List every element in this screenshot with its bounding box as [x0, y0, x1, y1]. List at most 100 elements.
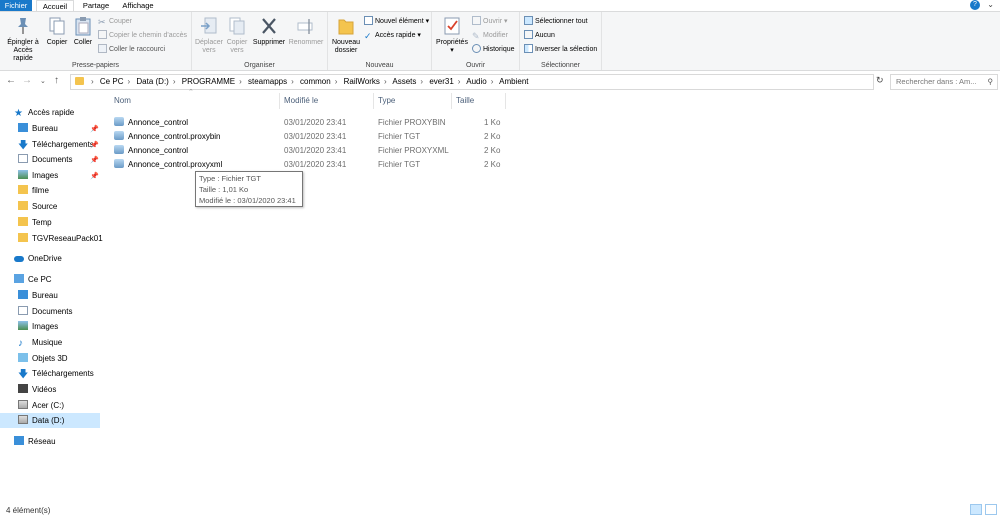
invert-selection-button[interactable]: Inverser la sélection	[524, 44, 597, 55]
recent-locations-icon[interactable]: ⌄	[40, 77, 46, 85]
sidebar-item-3d-objects[interactable]: Objets 3D	[18, 351, 68, 366]
delete-label: Supprimer	[252, 39, 286, 46]
properties-button[interactable]: Propriétés ▾	[434, 15, 470, 55]
quick-access-button[interactable]: ✓ Accès rapide ▾	[364, 30, 421, 41]
file-icon	[114, 145, 124, 154]
sidebar-item-network[interactable]: Réseau	[14, 434, 56, 449]
file-icon	[114, 131, 124, 140]
select-none-button[interactable]: Aucun	[524, 30, 555, 41]
sidebar-item-videos[interactable]: Vidéos	[18, 382, 56, 397]
copy-button[interactable]: Copier	[44, 15, 70, 47]
refresh-icon[interactable]: ↻	[876, 75, 884, 86]
sidebar-item-drive-d[interactable]: Data (D:)	[0, 413, 100, 428]
group-organize: Déplacer vers Copier vers Supprimer Reno…	[192, 12, 328, 70]
chevron-right-icon[interactable]: ›	[91, 77, 94, 86]
sidebar-item-pictures[interactable]: Images	[18, 168, 58, 183]
paste-shortcut-button[interactable]: Coller le raccourci	[98, 44, 165, 55]
chevron-down-icon[interactable]: ⌄	[987, 0, 994, 9]
column-header-modified[interactable]: Modifié le	[280, 93, 374, 109]
file-name: Annonce_control.proxyxml	[128, 160, 223, 169]
column-header-type[interactable]: Type	[374, 93, 452, 109]
breadcrumb-item[interactable]: Ambient	[499, 77, 528, 86]
search-placeholder: Rechercher dans : Am...	[896, 77, 977, 86]
rename-label: Renommer	[288, 39, 324, 46]
paste-button[interactable]: Coller	[70, 15, 96, 47]
up-arrow-icon[interactable]: ↑	[54, 75, 59, 86]
sidebar-item-drive-c[interactable]: Acer (C:)	[18, 398, 64, 413]
sidebar-item-this-pc[interactable]: Ce PC	[14, 272, 52, 287]
breadcrumb-item[interactable]: steamapps	[248, 77, 287, 86]
tab-share[interactable]: Partage	[80, 0, 112, 11]
sidebar-item-folder[interactable]: Source	[18, 199, 57, 214]
new-item-label: Nouvel élément	[375, 18, 424, 25]
history-button[interactable]: Historique	[472, 44, 515, 55]
file-row[interactable]: Annonce_control 03/01/2020 23:41 Fichier…	[110, 144, 510, 158]
breadcrumb-item[interactable]: ever31	[429, 77, 453, 86]
copy-path-button[interactable]: Copier le chemin d'accès	[98, 30, 187, 41]
group-label-select: Sélectionner	[541, 62, 580, 69]
sidebar-item-pictures[interactable]: Images	[18, 319, 58, 334]
file-row[interactable]: Annonce_control.proxybin 03/01/2020 23:4…	[110, 130, 510, 144]
history-icon	[472, 44, 481, 53]
sidebar-item-folder[interactable]: TGVReseauPack01	[18, 231, 103, 246]
delete-button[interactable]: Supprimer	[252, 15, 286, 47]
network-icon	[14, 436, 24, 445]
breadcrumb-item[interactable]: PROGRAMME	[182, 77, 235, 86]
cut-button[interactable]: ✂ Couper	[98, 16, 132, 27]
pin-icon: 📌	[90, 142, 99, 149]
breadcrumb-item[interactable]: Audio	[466, 77, 486, 86]
search-input[interactable]: Rechercher dans : Am... ⚲	[890, 74, 998, 90]
back-arrow-icon[interactable]: ←	[6, 75, 16, 86]
breadcrumb-item[interactable]: Ce PC	[100, 77, 124, 86]
select-all-label: Sélectionner tout	[535, 18, 588, 25]
large-icons-view-icon[interactable]	[985, 504, 997, 515]
folder-icon	[18, 185, 28, 194]
sidebar-item-documents[interactable]: Documents	[18, 304, 72, 319]
rename-button[interactable]: Renommer	[288, 15, 324, 47]
sidebar-item-music[interactable]: ♪ Musique	[18, 335, 62, 350]
sidebar-item-folder[interactable]: filme	[18, 183, 49, 198]
help-icon[interactable]: ?	[970, 0, 980, 10]
tab-home[interactable]: Accueil	[36, 0, 74, 11]
file-name: Annonce_control.proxybin	[128, 132, 221, 141]
sidebar-item-desktop[interactable]: Bureau	[18, 121, 58, 136]
sidebar-item-quick-access[interactable]: ★ Accès rapide	[14, 105, 74, 120]
pin-quick-access-button[interactable]: Épingler à Accès rapide	[4, 15, 42, 63]
details-view-icon[interactable]	[970, 504, 982, 515]
breadcrumb-item[interactable]: common	[300, 77, 331, 86]
pin-icon: 📌	[90, 126, 99, 133]
folder-icon	[18, 201, 28, 210]
tab-view[interactable]: Affichage	[118, 0, 158, 11]
sidebar-item-documents[interactable]: Documents	[18, 152, 72, 167]
new-folder-button[interactable]: Nouveau dossier	[330, 15, 362, 55]
tab-file[interactable]: Fichier	[0, 0, 32, 11]
sidebar-item-downloads[interactable]: 🡇 Téléchargements	[18, 137, 94, 152]
group-open: Propriétés ▾ Ouvrir ▾ ✎ Modifier Historiqu…	[432, 12, 520, 70]
select-none-label: Aucun	[535, 32, 555, 39]
properties-label: Propriétés	[436, 39, 468, 46]
file-modified: 03/01/2020 23:41	[284, 132, 347, 141]
sidebar-item-onedrive[interactable]: OneDrive	[14, 251, 62, 266]
open-button[interactable]: Ouvrir ▾	[472, 16, 508, 27]
download-icon: 🡇	[18, 369, 29, 380]
cloud-icon	[14, 256, 24, 262]
paste-shortcut-icon	[98, 44, 107, 53]
sidebar-item-downloads[interactable]: 🡇 Téléchargements	[18, 366, 94, 381]
sidebar-item-desktop[interactable]: Bureau	[18, 288, 58, 303]
breadcrumb-item[interactable]: Data (D:)	[136, 77, 168, 86]
breadcrumb-item[interactable]: RailWorks	[344, 77, 380, 86]
sidebar-item-folder[interactable]: Temp	[18, 215, 52, 230]
paste-label: Coller	[73, 39, 93, 46]
new-item-button[interactable]: Nouvel élément ▾	[364, 16, 429, 27]
file-row[interactable]: Annonce_control.proxyxml 03/01/2020 23:4…	[110, 158, 510, 172]
file-row[interactable]: Annonce_control 03/01/2020 23:41 Fichier…	[110, 116, 510, 130]
forward-arrow-icon[interactable]: →	[22, 75, 32, 86]
edit-button[interactable]: ✎ Modifier	[472, 30, 508, 41]
column-header-size[interactable]: Taille	[452, 93, 506, 109]
select-all-button[interactable]: Sélectionner tout	[524, 16, 588, 27]
column-header-name[interactable]: Nom	[110, 93, 280, 109]
move-to-button[interactable]: Déplacer vers	[194, 15, 224, 55]
file-modified: 03/01/2020 23:41	[284, 146, 347, 155]
copy-to-button[interactable]: Copier vers	[224, 15, 250, 55]
breadcrumb-item[interactable]: Assets	[392, 77, 416, 86]
